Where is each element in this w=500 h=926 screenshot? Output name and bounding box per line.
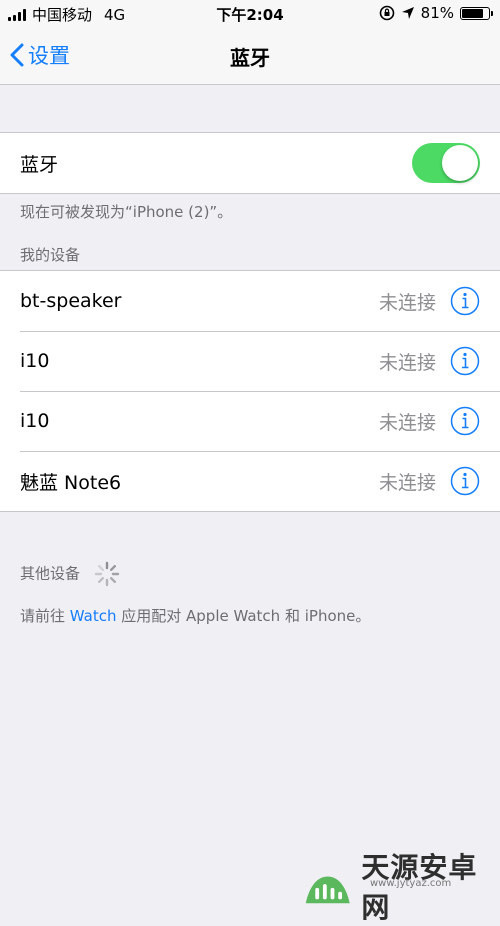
page-title: 蓝牙 — [230, 46, 270, 70]
status-left: 中国移动 4G — [8, 4, 125, 25]
chevron-left-icon — [10, 43, 24, 67]
pairing-note-suffix: 应用配对 Apple Watch 和 iPhone。 — [116, 607, 371, 625]
device-status: 未连接 — [378, 411, 436, 434]
navigation-bar: 设置 蓝牙 — [0, 28, 500, 85]
device-row[interactable]: 魅蓝 Note6 未连接 — [0, 451, 500, 511]
status-right: 81% — [379, 4, 493, 22]
status-bar: 中国移动 4G 下午2:04 81% — [0, 0, 500, 28]
loading-spinner-icon — [94, 561, 119, 587]
site-watermark: 天源安卓网 www.jytyaz.com — [300, 846, 500, 926]
info-icon[interactable] — [450, 346, 480, 376]
pairing-note: 请前往 Watch 应用配对 Apple Watch 和 iPhone。 — [20, 605, 370, 626]
device-row[interactable]: i10 未连接 — [0, 331, 500, 391]
device-name: i10 — [20, 350, 50, 372]
android-logo-icon — [305, 876, 350, 904]
bluetooth-label: 蓝牙 — [20, 153, 59, 176]
device-name: bt-speaker — [20, 290, 122, 312]
device-name: 魅蓝 Note6 — [20, 471, 122, 494]
other-devices-header-row: 其他设备 — [20, 560, 121, 588]
network-type: 4G — [104, 5, 126, 24]
watermark-url: www.jytyaz.com — [370, 878, 452, 889]
info-icon[interactable] — [450, 286, 480, 316]
bluetooth-toggle-row: 蓝牙 — [0, 133, 500, 193]
toggle-knob — [442, 145, 478, 181]
my-devices-list: bt-speaker 未连接 i10 未连接 i10 未连接 魅蓝 Note6 … — [0, 270, 500, 512]
battery-fill — [462, 8, 484, 18]
battery-percent: 81% — [420, 4, 454, 22]
battery-icon — [460, 6, 493, 20]
device-name: i10 — [20, 410, 50, 432]
back-button-label: 设置 — [28, 44, 70, 68]
back-button[interactable]: 设置 — [10, 40, 70, 70]
discoverable-note: 现在可被发现为“iPhone (2)”。 — [20, 203, 233, 221]
device-row[interactable]: bt-speaker 未连接 — [0, 271, 500, 331]
location-icon — [401, 7, 414, 19]
info-icon[interactable] — [450, 406, 480, 436]
watch-app-link[interactable]: Watch — [70, 607, 117, 625]
device-status: 未连接 — [378, 351, 436, 374]
device-status: 未连接 — [378, 471, 436, 494]
device-status: 未连接 — [378, 291, 436, 314]
signal-strength-icon — [8, 8, 26, 21]
bluetooth-toggle-group: 蓝牙 — [0, 132, 500, 194]
pairing-note-prefix: 请前往 — [20, 607, 70, 625]
device-row[interactable]: i10 未连接 — [0, 391, 500, 451]
my-devices-header: 我的设备 — [20, 246, 81, 264]
other-devices-header: 其他设备 — [20, 564, 81, 583]
info-icon[interactable] — [450, 466, 480, 496]
carrier-name: 中国移动 — [32, 6, 93, 24]
bluetooth-toggle-switch[interactable] — [412, 143, 480, 183]
rotation-lock-icon — [379, 5, 394, 21]
